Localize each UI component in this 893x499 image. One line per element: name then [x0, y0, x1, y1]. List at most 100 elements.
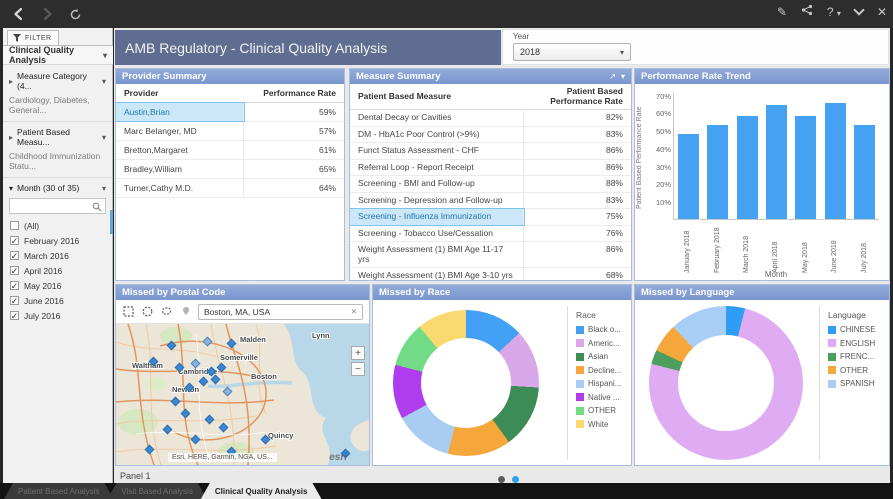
page-dot[interactable]: [498, 476, 505, 483]
performance-rate-cell: 65%: [318, 164, 336, 174]
x-axis-label: May 2018: [801, 242, 809, 273]
month-filter-option[interactable]: ✓ April 2016: [3, 263, 112, 278]
checkbox[interactable]: ✓: [10, 281, 19, 290]
month-filter-option[interactable]: (All): [3, 218, 112, 233]
column-header[interactable]: Patient Based Measure: [350, 89, 524, 105]
table-row[interactable]: Screening - Influenza Immunization 75%: [350, 208, 631, 226]
table-row[interactable]: Marc Belanger, MD 57%: [116, 122, 344, 141]
x-axis-label: January 2018: [684, 230, 692, 273]
trend-bar[interactable]: [678, 133, 700, 219]
top-toolbar: ✎ ? ▾ ✕: [0, 0, 893, 28]
worksheet-tabbar: Patient Based Analysis Visit Based Analys…: [0, 483, 893, 499]
trend-bar[interactable]: [765, 105, 787, 219]
filter-section-month[interactable]: ▾ Month (30 of 35) ▾: [3, 178, 112, 195]
month-filter-option[interactable]: ✓ February 2016: [3, 233, 112, 248]
race-donut-chart[interactable]: [393, 310, 539, 456]
zoom-in-button[interactable]: +: [351, 346, 365, 360]
month-filter-option[interactable]: ✓ July 2016: [3, 308, 112, 323]
caret-down-icon: ▾: [102, 50, 107, 60]
forward-icon[interactable]: [38, 5, 56, 23]
pin-icon[interactable]: [179, 305, 192, 318]
legend-item[interactable]: FRENC...: [828, 352, 889, 361]
tab-visit-based-analysis[interactable]: Visit Based Analysis: [107, 483, 206, 499]
table-row[interactable]: Bretton,Margaret 61%: [116, 141, 344, 160]
clear-search-icon[interactable]: ✕: [351, 307, 357, 316]
expand-icon[interactable]: ↗: [609, 72, 616, 81]
page-dot-active[interactable]: [512, 476, 519, 483]
month-filter-option[interactable]: ✓ June 2016: [3, 293, 112, 308]
close-icon[interactable]: ✕: [877, 5, 887, 19]
trend-bar[interactable]: [707, 124, 729, 219]
checkbox[interactable]: ✓: [10, 311, 19, 320]
section-label: Month (30 of 35): [17, 183, 80, 193]
legend-item[interactable]: Decline...: [576, 366, 631, 375]
measure-name-cell: Funct Status Assessment - CHF: [350, 143, 525, 159]
back-icon[interactable]: [10, 5, 28, 23]
legend-item[interactable]: Native ...: [576, 393, 631, 402]
month-filter-option[interactable]: ✓ May 2016: [3, 278, 112, 293]
filter-tab[interactable]: FILTER: [7, 30, 59, 45]
caret-down-icon: ▾: [101, 132, 106, 142]
table-row[interactable]: DM - HbA1c Poor Control (>9%) 83%: [350, 126, 631, 143]
table-row[interactable]: Turner,Cathy M.D. 64%: [116, 179, 344, 198]
filter-section-patient-measure[interactable]: ▸ Patient Based Measu... ▾: [3, 122, 112, 149]
legend-item[interactable]: Black o...: [576, 325, 631, 334]
legend-item[interactable]: ENGLISH: [828, 339, 889, 348]
checkbox[interactable]: ✓: [10, 266, 19, 275]
collapse-window-icon[interactable]: [853, 3, 865, 16]
table-row[interactable]: Dental Decay or Cavities 82%: [350, 110, 631, 127]
checkbox[interactable]: ✓: [10, 236, 19, 245]
table-row[interactable]: Screening - Depression and Follow-up 83%: [350, 192, 631, 209]
legend-item[interactable]: White: [576, 420, 631, 429]
table-row[interactable]: Funct Status Assessment - CHF 86%: [350, 143, 631, 160]
sidebar-resize-handle[interactable]: [110, 210, 113, 234]
zoom-out-button[interactable]: −: [351, 362, 365, 376]
share-icon[interactable]: [801, 4, 813, 19]
refresh-icon[interactable]: [66, 5, 84, 23]
checkbox[interactable]: ✓: [10, 296, 19, 305]
column-header[interactable]: Provider: [116, 84, 244, 102]
legend-item[interactable]: OTHER: [576, 406, 631, 415]
trend-bar[interactable]: [795, 115, 817, 219]
help-icon[interactable]: ? ▾: [827, 5, 841, 19]
column-header[interactable]: Performance Rate: [244, 84, 344, 102]
language-donut-chart[interactable]: [649, 306, 803, 460]
table-row[interactable]: Weight Assessment (1) BMI Age 3-10 yrs 68…: [350, 268, 631, 280]
tab-clinical-quality-analysis[interactable]: Clinical Quality Analysis: [201, 483, 322, 499]
trend-bar[interactable]: [736, 115, 758, 219]
search-icon: [92, 202, 102, 212]
circle-select-icon[interactable]: [141, 305, 154, 318]
table-row[interactable]: Austin,Brian 59%: [115, 102, 344, 122]
legend-item[interactable]: OTHER: [828, 366, 889, 375]
table-row[interactable]: Weight Assessment (1) BMI Age 11-17 yrs 8…: [350, 242, 631, 268]
rectangle-select-icon[interactable]: [122, 305, 135, 318]
trend-bar[interactable]: [824, 103, 846, 219]
month-filter-option[interactable]: ✓ March 2016: [3, 248, 112, 263]
table-row[interactable]: Referral Loop - Report Receipt 86%: [350, 159, 631, 176]
filter-section-measure-category[interactable]: ▸ Measure Category (4... ▾: [3, 66, 112, 93]
legend-item[interactable]: SPANISH: [828, 379, 889, 388]
checkbox[interactable]: ✓: [10, 251, 19, 260]
column-header[interactable]: Patient Based Performance Rate: [524, 84, 631, 109]
provider-name-cell: Marc Belanger, MD: [116, 122, 244, 140]
analysis-selector[interactable]: Clinical Quality Analysis ▾: [3, 45, 113, 65]
legend-item[interactable]: Hispani...: [576, 379, 631, 388]
trend-bar[interactable]: [853, 124, 875, 219]
month-search-input[interactable]: [10, 199, 105, 213]
map-canvas[interactable]: Lynn Malden Somerville Waltham Cambridge…: [116, 324, 369, 465]
tab-patient-based-analysis[interactable]: Patient Based Analysis: [4, 483, 113, 499]
table-row[interactable]: Bradley,William 65%: [116, 160, 344, 179]
legend-item[interactable]: Americ...: [576, 339, 631, 348]
legend-item[interactable]: Asian: [576, 352, 631, 361]
caret-down-icon[interactable]: ▾: [621, 72, 625, 81]
checkbox[interactable]: [10, 221, 19, 230]
map-search-box[interactable]: Boston, MA, USA ✕: [198, 303, 363, 320]
legend-item[interactable]: CHINESE: [828, 325, 889, 334]
edit-icon[interactable]: ✎: [777, 5, 787, 19]
table-row[interactable]: Screening - BMI and Follow-up 88%: [350, 176, 631, 193]
year-dropdown[interactable]: 2018 ▾: [513, 43, 631, 61]
table-row[interactable]: Screening - Tobacco Use/Cessation 76%: [350, 225, 631, 242]
measure-name-cell: DM - HbA1c Poor Control (>9%): [350, 126, 525, 142]
lasso-select-icon[interactable]: [160, 305, 173, 318]
caret-down-icon: ▾: [619, 47, 624, 57]
